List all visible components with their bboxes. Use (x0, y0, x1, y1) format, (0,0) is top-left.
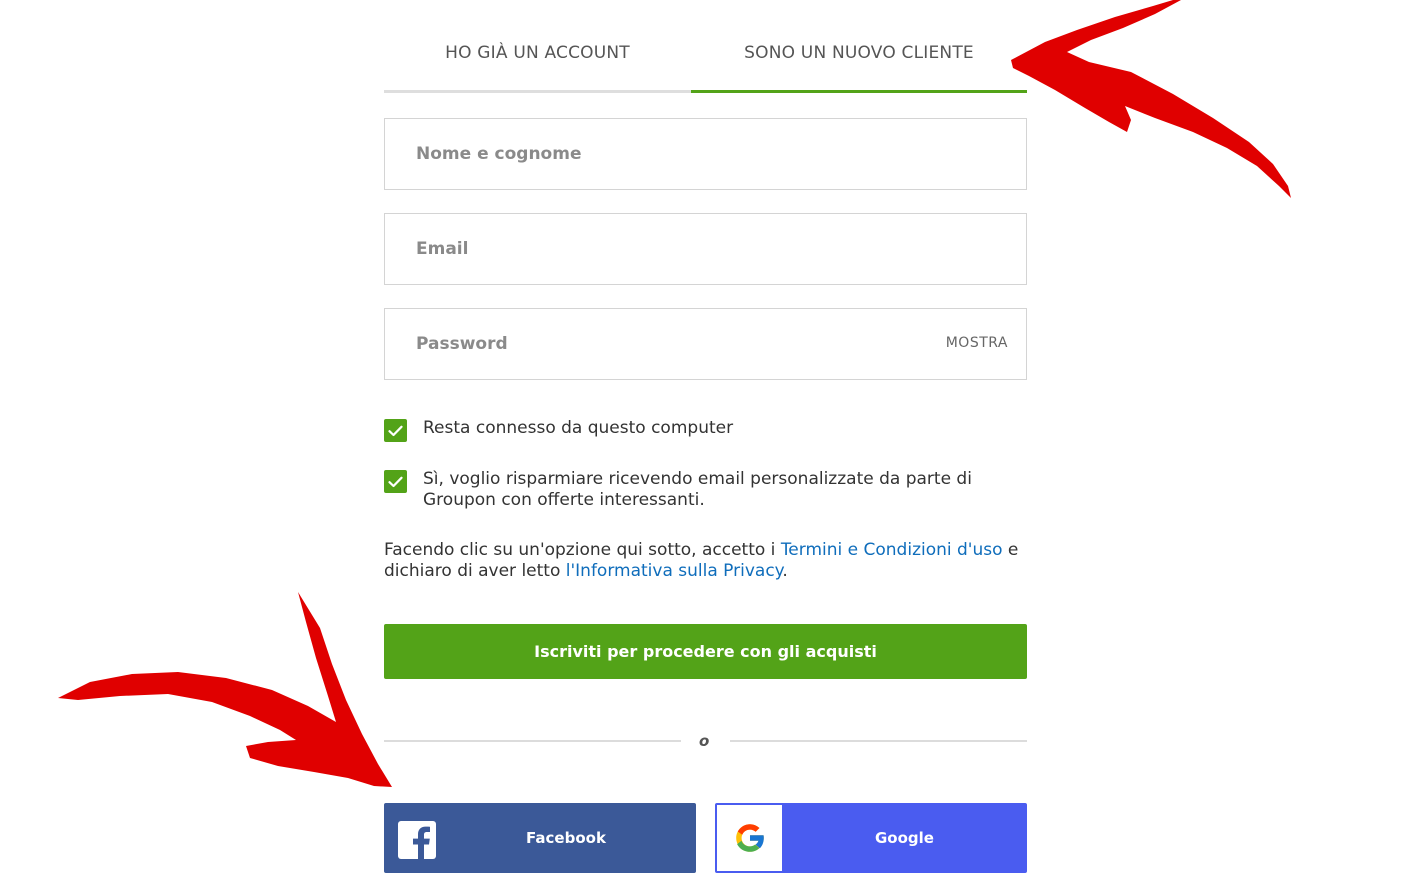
google-login-button[interactable]: Google (715, 803, 1027, 873)
terms-link[interactable]: Termini e Condizioni d'uso (781, 540, 1003, 560)
facebook-icon (398, 821, 436, 859)
privacy-link[interactable]: l'Informativa sulla Privacy (566, 561, 783, 581)
terms-prefix: Facendo clic su un'opzione qui sotto, ac… (384, 540, 781, 560)
newsletter-label: Sì, voglio risparmiare ricevendo email p… (423, 469, 972, 510)
google-icon-box (717, 805, 782, 871)
divider-line-right (730, 740, 1027, 742)
email-input[interactable] (385, 214, 1026, 284)
google-icon (735, 824, 765, 852)
divider-line-left (384, 740, 681, 742)
newsletter-checkbox[interactable] (384, 470, 407, 493)
facebook-label: Facebook (526, 829, 606, 847)
email-field-box (384, 213, 1027, 285)
red-arrow-annotation-top (1011, 0, 1291, 198)
show-password-button[interactable]: MOSTRA (946, 335, 1008, 351)
facebook-login-button[interactable]: Facebook (384, 803, 696, 873)
tab-login-label: HO GIÀ UN ACCOUNT (445, 43, 630, 63)
password-input[interactable] (385, 309, 1026, 379)
red-arrow-annotation-bottom (58, 592, 392, 787)
account-tabs: HO GIÀ UN ACCOUNT SONO UN NUOVO CLIENTE (384, 0, 1027, 93)
newsletter-row: Sì, voglio risparmiare ricevendo email p… (384, 469, 1027, 511)
terms-suffix: . (782, 561, 788, 581)
tab-signup-label: SONO UN NUOVO CLIENTE (744, 43, 974, 63)
name-input[interactable] (385, 119, 1026, 189)
tab-signup[interactable]: SONO UN NUOVO CLIENTE (691, 0, 1027, 93)
or-divider: o (384, 730, 1027, 752)
password-field-box: MOSTRA (384, 308, 1027, 380)
divider-label: o (699, 732, 710, 750)
check-icon (388, 476, 403, 487)
tab-login[interactable]: HO GIÀ UN ACCOUNT (384, 0, 691, 93)
google-label: Google (875, 829, 934, 847)
remember-me-row: Resta connesso da questo computer (384, 418, 1027, 442)
terms-text: Facendo clic su un'opzione qui sotto, ac… (384, 540, 1027, 582)
check-icon (388, 425, 403, 436)
name-field-box (384, 118, 1027, 190)
signup-submit-button[interactable]: Iscriviti per procedere con gli acquisti (384, 624, 1027, 679)
remember-me-label: Resta connesso da questo computer (423, 418, 734, 438)
remember-me-checkbox[interactable] (384, 419, 407, 442)
